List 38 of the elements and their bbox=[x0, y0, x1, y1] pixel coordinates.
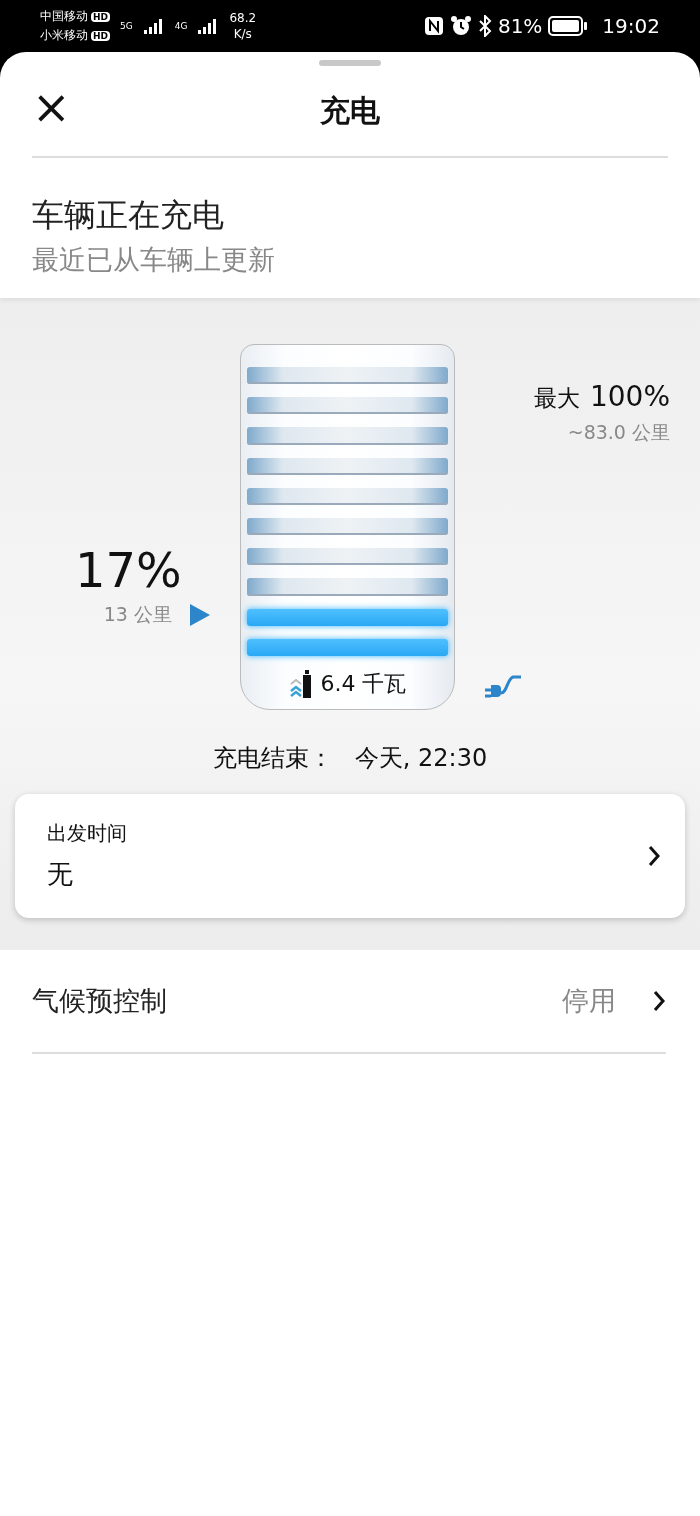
network-speed: 68.2 bbox=[229, 10, 257, 26]
chevron-right-icon bbox=[652, 990, 666, 1012]
charge-end-time: 今天, 22:30 bbox=[354, 743, 488, 774]
triangle-pointer-icon bbox=[190, 604, 210, 626]
network-type: 5G bbox=[120, 21, 133, 31]
climate-control-row[interactable]: 气候预控制 停用 bbox=[32, 950, 666, 1054]
page-title: 充电 bbox=[320, 91, 380, 130]
speed-unit: K/s bbox=[233, 26, 252, 42]
hd-badge: HD bbox=[91, 12, 110, 22]
hd-badge: HD bbox=[91, 31, 110, 41]
max-range: ~83.0 公里 bbox=[567, 420, 670, 445]
current-charge-percent: 17% bbox=[75, 542, 182, 598]
bluetooth-icon bbox=[477, 15, 492, 37]
battery-icon bbox=[548, 16, 589, 36]
departure-value: 无 bbox=[47, 858, 74, 891]
climate-value: 停用 bbox=[562, 984, 616, 1018]
clock-time: 19:02 bbox=[602, 14, 660, 38]
climate-label: 气候预控制 bbox=[32, 984, 168, 1018]
departure-time-card[interactable]: 出发时间 无 bbox=[15, 794, 685, 918]
departure-label: 出发时间 bbox=[47, 820, 128, 847]
nfc-icon bbox=[423, 16, 444, 36]
charging-power: 6.4 千瓦 bbox=[320, 670, 407, 699]
network-type: 4G bbox=[174, 21, 188, 31]
alarm-icon bbox=[449, 15, 472, 37]
drag-handle[interactable] bbox=[319, 60, 381, 66]
max-charge-percent: 100% bbox=[589, 380, 670, 413]
close-button[interactable]: × bbox=[28, 84, 75, 130]
charging-status-title: 车辆正在充电 bbox=[32, 195, 225, 236]
charge-end-label: 充电结束： bbox=[212, 743, 333, 774]
carrier-name: 中国移动 bbox=[40, 9, 88, 23]
max-label: 最大 bbox=[533, 384, 580, 413]
signal-icon bbox=[142, 17, 165, 35]
update-subtitle: 最近已从车辆上更新 bbox=[32, 243, 276, 277]
current-range: 13 公里 bbox=[103, 602, 172, 627]
chevron-right-icon bbox=[647, 845, 661, 867]
battery-percent: 81% bbox=[497, 14, 543, 38]
charging-battery-icon bbox=[288, 669, 313, 700]
carrier-name: 小米移动 bbox=[40, 28, 88, 42]
